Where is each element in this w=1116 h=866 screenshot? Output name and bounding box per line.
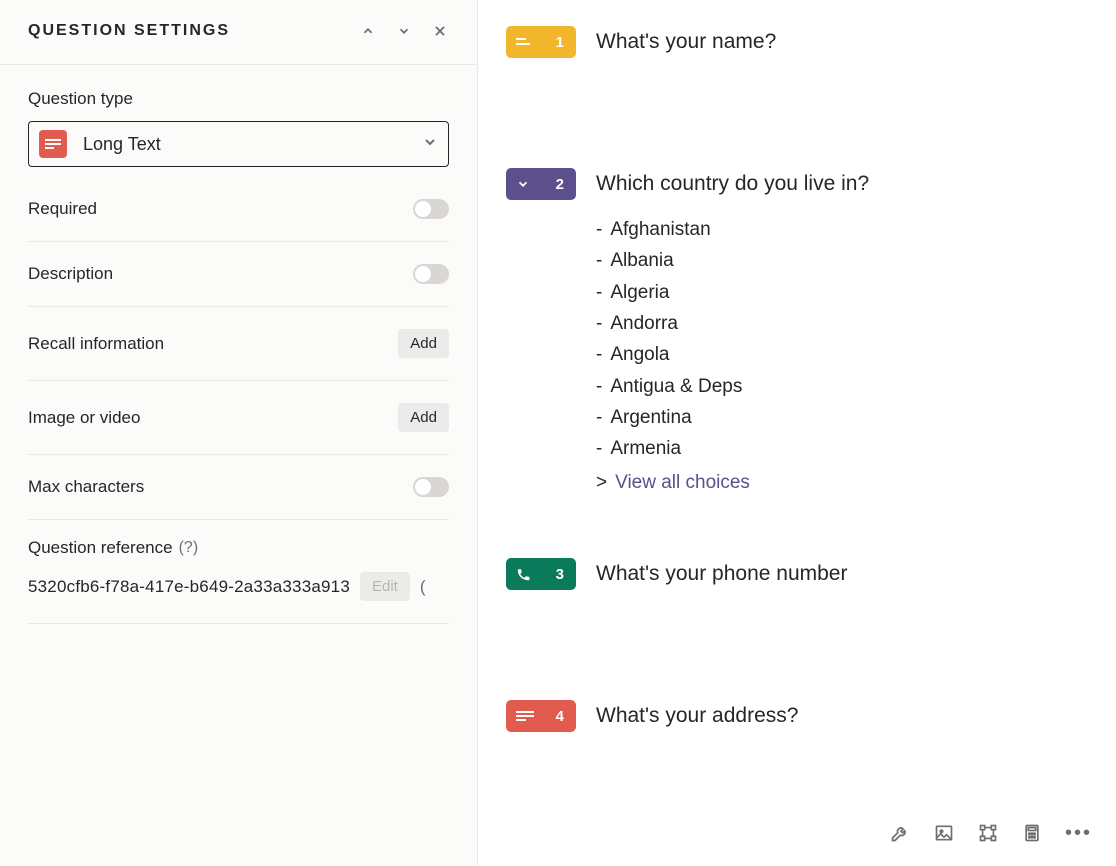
setting-recall: Recall information Add <box>28 307 449 381</box>
short-text-icon <box>516 37 534 47</box>
question-title: What's your name? <box>596 30 776 54</box>
questions-list: 1 What's your name? 2 Which country do y… <box>478 0 1116 866</box>
logic-branch-icon[interactable] <box>977 822 999 844</box>
choice-item: -Argentina <box>596 402 1096 433</box>
more-icon[interactable]: ••• <box>1065 823 1092 843</box>
required-label: Required <box>28 199 97 219</box>
setting-max-chars: Max characters <box>28 455 449 520</box>
choice-item: -Armenia <box>596 433 1096 464</box>
question-title: Which country do you live in? <box>596 172 869 196</box>
question-number: 1 <box>556 34 564 51</box>
setting-reference: Question reference (?) 5320cfb6-f78a-417… <box>28 520 449 624</box>
question-title: What's your address? <box>596 704 798 728</box>
question-item[interactable]: 1 What's your name? <box>506 26 1096 58</box>
question-number: 3 <box>556 566 564 583</box>
question-title: What's your phone number <box>596 562 847 586</box>
max-chars-toggle[interactable] <box>413 477 449 497</box>
recall-label: Recall information <box>28 334 164 354</box>
question-number: 4 <box>556 708 564 725</box>
description-label: Description <box>28 264 113 284</box>
question-item[interactable]: 3 What's your phone number <box>506 558 1096 590</box>
calculator-icon[interactable] <box>1021 822 1043 844</box>
choice-item: -Afghanistan <box>596 214 1096 245</box>
settings-header-actions <box>359 22 449 40</box>
long-text-icon <box>516 710 534 722</box>
question-badge: 1 <box>506 26 576 58</box>
question-toolbar: ••• <box>889 822 1092 844</box>
settings-header: QUESTION SETTINGS <box>0 0 477 65</box>
description-toggle[interactable] <box>413 264 449 284</box>
close-icon[interactable] <box>431 22 449 40</box>
move-down-icon[interactable] <box>395 22 413 40</box>
reference-trailing: ( <box>420 577 426 597</box>
choice-item: -Albania <box>596 245 1096 276</box>
reference-edit-button[interactable]: Edit <box>360 572 410 601</box>
setting-required: Required <box>28 177 449 242</box>
choice-item: -Antigua & Deps <box>596 371 1096 402</box>
question-badge: 4 <box>506 700 576 732</box>
setting-media: Image or video Add <box>28 381 449 455</box>
question-item[interactable]: 4 What's your address? <box>506 700 1096 732</box>
phone-icon <box>516 567 531 582</box>
long-text-icon <box>39 130 67 158</box>
media-add-button[interactable]: Add <box>398 403 449 432</box>
view-all-choices[interactable]: > View all choices <box>596 467 1096 498</box>
settings-wrench-icon[interactable] <box>889 822 911 844</box>
setting-description: Description <box>28 242 449 307</box>
choice-item: -Algeria <box>596 277 1096 308</box>
question-number: 2 <box>556 176 564 193</box>
view-all-link[interactable]: View all choices <box>615 467 750 498</box>
question-type-select[interactable]: Long Text <box>28 121 449 167</box>
reference-help-icon[interactable]: (?) <box>179 539 199 557</box>
question-badge: 2 <box>506 168 576 200</box>
recall-add-button[interactable]: Add <box>398 329 449 358</box>
settings-body: Question type Long Text Required Descrip… <box>0 65 477 648</box>
reference-value: 5320cfb6-f78a-417e-b649-2a33a333a913 <box>28 577 350 597</box>
move-up-icon[interactable] <box>359 22 377 40</box>
dropdown-icon <box>516 177 530 191</box>
question-settings-panel: QUESTION SETTINGS Question type Lo <box>0 0 478 866</box>
question-type-value: Long Text <box>83 134 422 155</box>
chevron-down-icon <box>422 134 438 155</box>
choices-list: -Afghanistan -Albania -Algeria -Andorra … <box>506 214 1096 498</box>
required-toggle[interactable] <box>413 199 449 219</box>
reference-label: Question reference <box>28 538 173 558</box>
max-chars-label: Max characters <box>28 477 144 497</box>
question-type-label: Question type <box>28 89 449 109</box>
question-item[interactable]: 2 Which country do you live in? -Afghani… <box>506 168 1096 498</box>
choice-item: -Andorra <box>596 308 1096 339</box>
chevron-right-icon: > <box>596 467 607 498</box>
settings-title: QUESTION SETTINGS <box>28 22 230 40</box>
media-label: Image or video <box>28 408 140 428</box>
question-badge: 3 <box>506 558 576 590</box>
image-icon[interactable] <box>933 822 955 844</box>
choice-item: -Angola <box>596 339 1096 370</box>
